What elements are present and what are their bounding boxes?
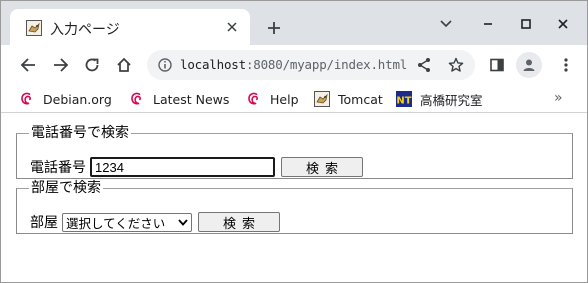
bookmark-label: Help	[270, 91, 299, 107]
debian-icon	[19, 91, 35, 107]
maximize-icon[interactable]	[515, 13, 537, 35]
tab-active[interactable]: 入力ページ	[10, 9, 250, 45]
tomcat-favicon-icon	[26, 20, 42, 36]
menu-kebab-icon[interactable]	[554, 53, 578, 77]
tomcat-icon	[314, 91, 330, 107]
room-search-fieldset: 部屋で検索 部屋 選択してください 検索	[16, 180, 573, 234]
profile-avatar-icon[interactable]	[516, 52, 542, 78]
debian-icon	[246, 91, 262, 107]
bookmark-label: Debian.org	[43, 91, 112, 107]
url-path: :8080/myapp/index.html	[245, 57, 408, 72]
new-tab-button[interactable]	[263, 17, 285, 39]
bookmark-label: Latest News	[153, 91, 230, 107]
nt-icon: NT	[396, 91, 412, 107]
toolbar: localhost:8080/myapp/index.html	[1, 45, 587, 85]
close-tab-icon[interactable]	[223, 18, 241, 36]
phone-input[interactable]	[90, 157, 275, 177]
tab-title: 入力ページ	[50, 22, 120, 38]
bookmark-help[interactable]: Help	[246, 89, 299, 109]
url-text: localhost:8080/myapp/index.html	[180, 57, 407, 72]
side-panel-icon[interactable]	[485, 53, 509, 77]
share-icon[interactable]	[415, 56, 433, 74]
bookmark-debian[interactable]: Debian.org	[19, 89, 112, 109]
url-host: localhost	[180, 57, 246, 72]
bookmark-tomcat[interactable]: Tomcat	[314, 89, 383, 109]
room-search-row: 部屋 選択してください 検索	[30, 212, 280, 232]
room-label: 部屋	[30, 215, 58, 231]
room-search-button[interactable]: 検索	[198, 212, 280, 232]
room-search-legend: 部屋で検索	[31, 180, 101, 196]
phone-search-row: 電話番号 検索	[30, 157, 363, 177]
site-info-icon[interactable]	[157, 57, 173, 73]
bookmark-takahashi-lab[interactable]: NT 高橋研究室	[396, 89, 483, 109]
address-bar[interactable]: localhost:8080/myapp/index.html	[147, 50, 475, 80]
debian-icon	[129, 91, 145, 107]
room-select-value: 選択してください	[66, 215, 166, 231]
bookmark-star-icon[interactable]	[447, 56, 465, 74]
phone-search-fieldset: 電話番号で検索 電話番号 検索	[16, 125, 573, 179]
browser-window: 入力ページ localhost:8080/myapp/index.html De…	[0, 0, 588, 283]
tab-strip: 入力ページ	[1, 1, 587, 45]
forward-icon[interactable]	[49, 53, 73, 77]
phone-label: 電話番号	[30, 160, 86, 176]
home-icon[interactable]	[112, 53, 136, 77]
bookmark-latest-news[interactable]: Latest News	[129, 89, 229, 109]
tab-search-chevron-icon[interactable]	[435, 13, 457, 35]
bookmarks-bar: Debian.org Latest News Help Tomcat NT 高橋…	[1, 85, 587, 113]
page-content: 電話番号で検索 電話番号 検索 部屋で検索 部屋 選択してください 検索	[1, 114, 587, 282]
minimize-icon[interactable]	[477, 13, 499, 35]
back-icon[interactable]	[16, 53, 40, 77]
chevron-down-icon	[177, 215, 189, 230]
bookmark-label: Tomcat	[338, 91, 383, 107]
reload-icon[interactable]	[80, 53, 104, 77]
room-select[interactable]: 選択してください	[62, 212, 192, 232]
bookmark-label: 高橋研究室	[420, 92, 483, 108]
svg-text:NT: NT	[396, 96, 411, 107]
phone-search-legend: 電話番号で検索	[31, 125, 129, 141]
phone-search-button[interactable]: 検索	[281, 157, 363, 177]
bookmarks-overflow-icon[interactable]: »	[554, 90, 563, 106]
close-window-icon[interactable]	[552, 13, 574, 35]
